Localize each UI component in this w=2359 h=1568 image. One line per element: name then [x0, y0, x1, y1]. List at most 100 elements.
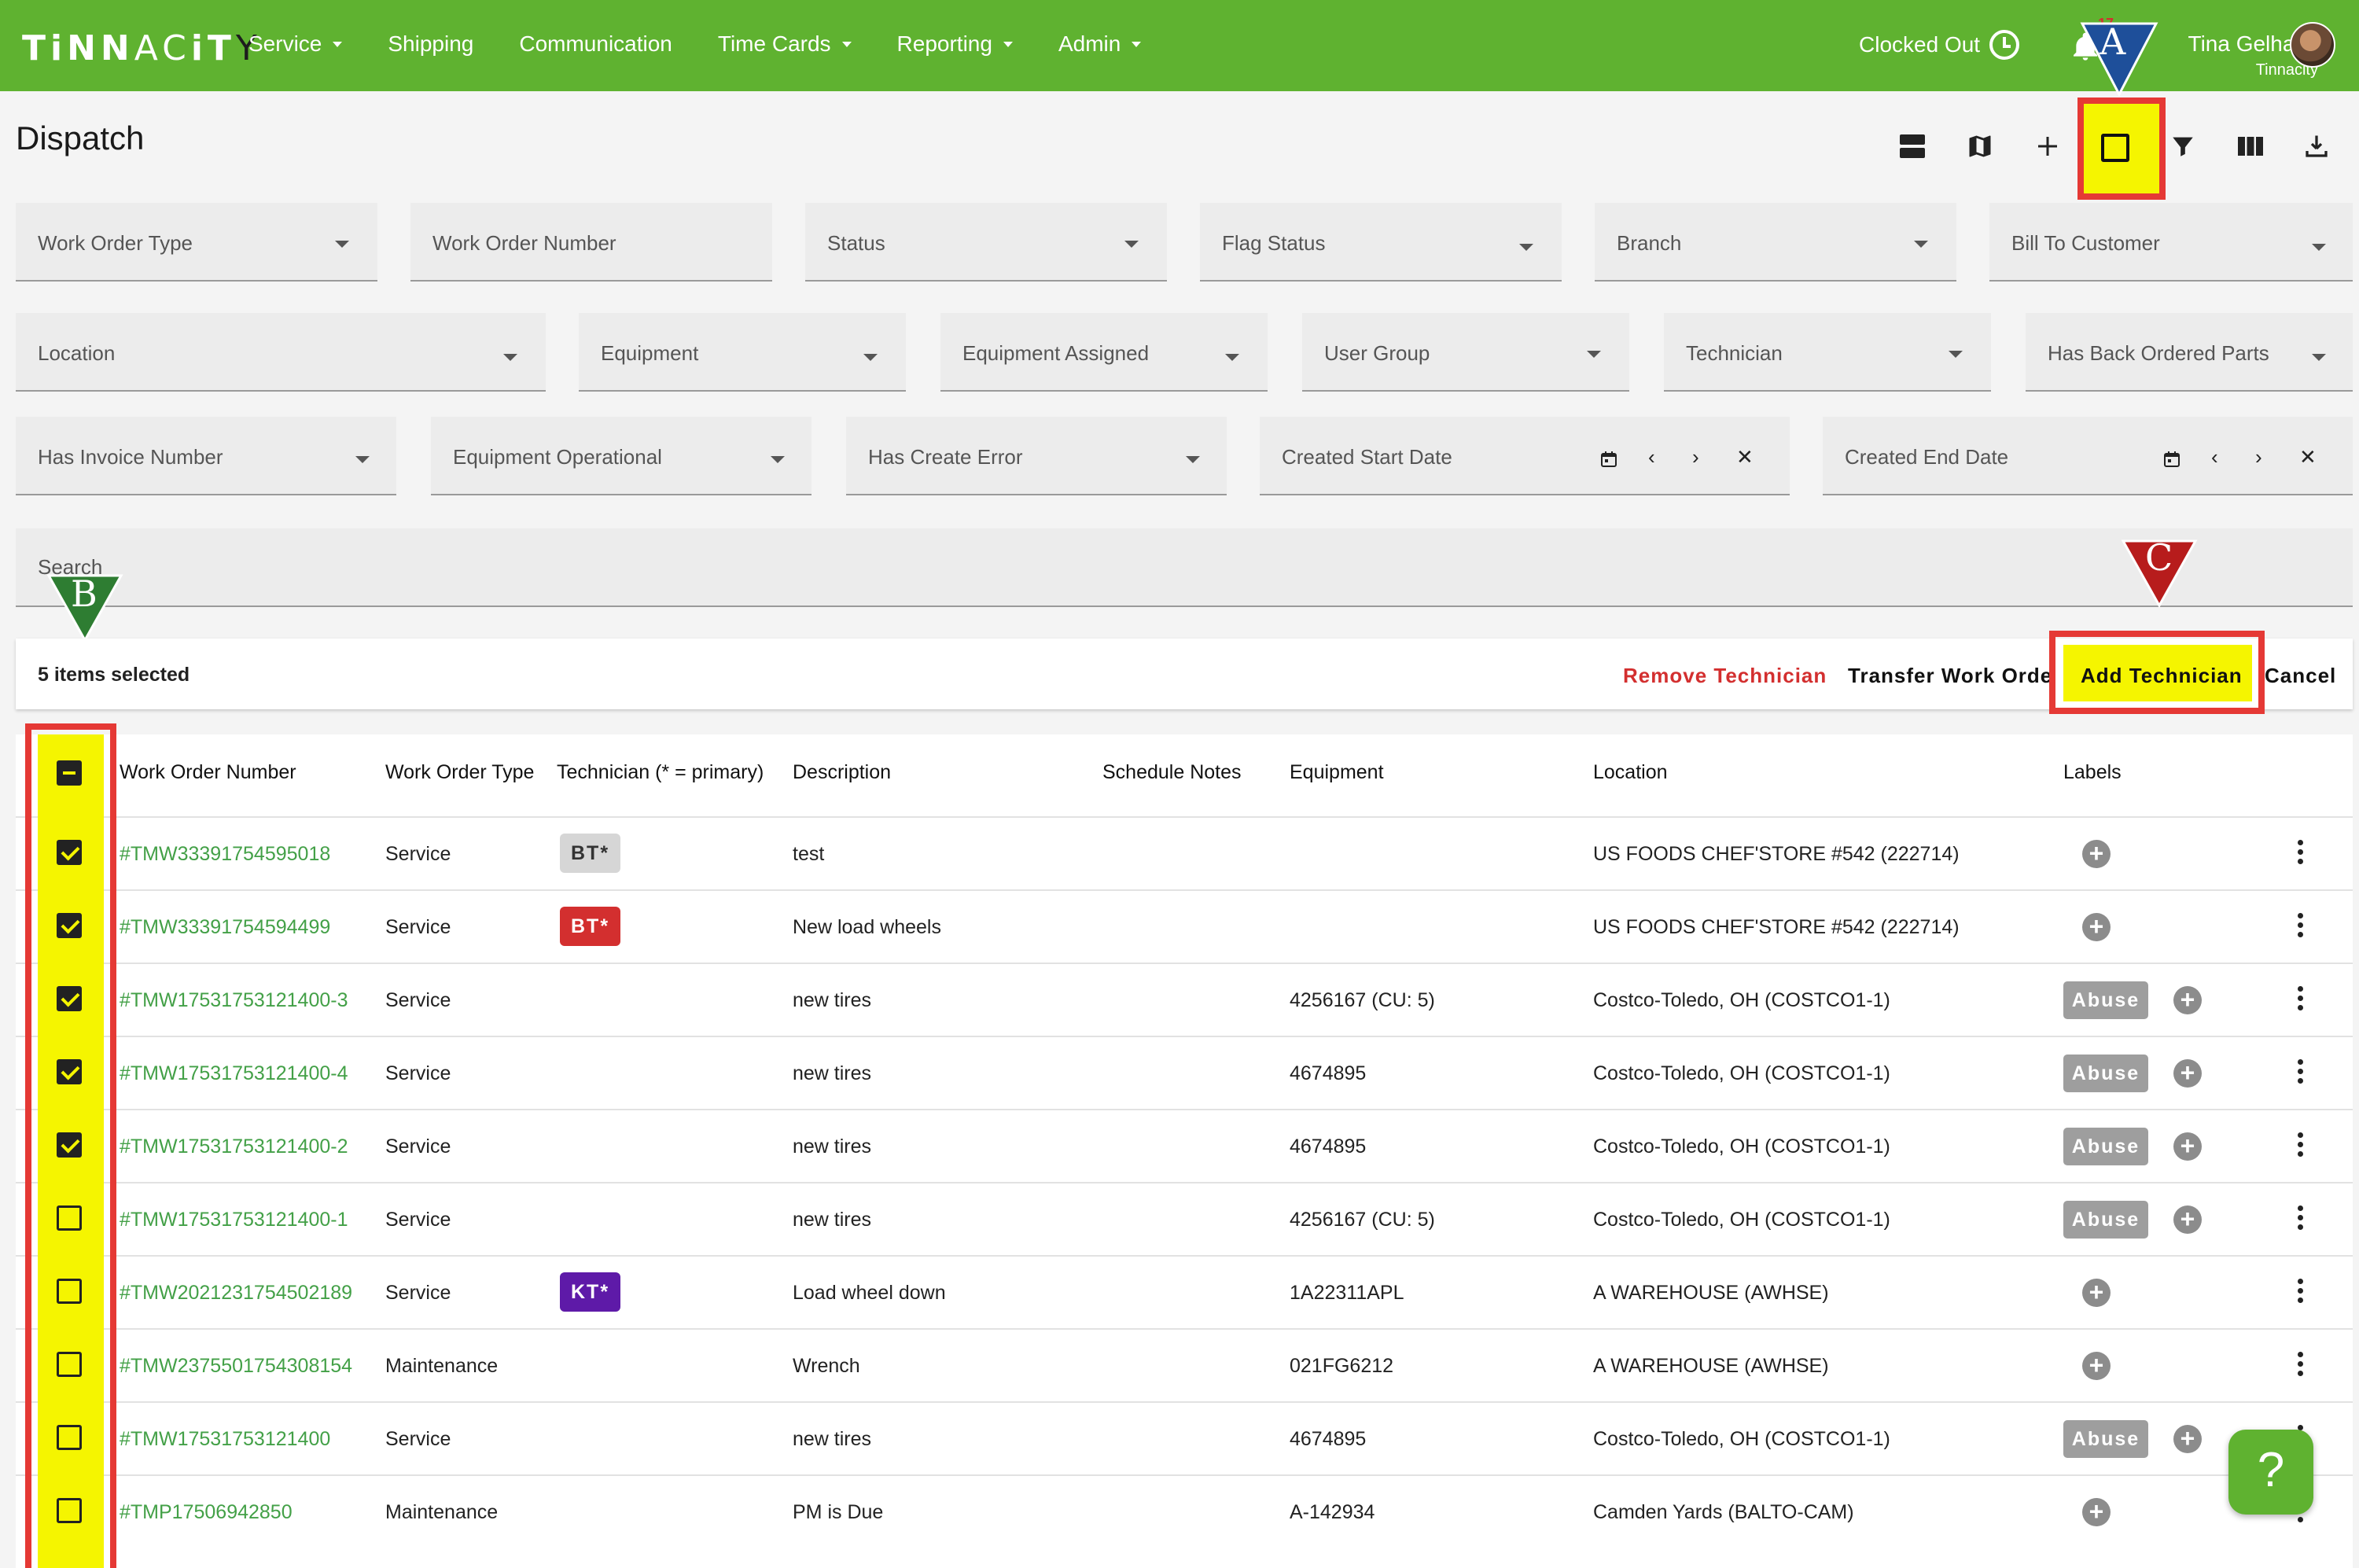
table-row[interactable]: #TMW2021231754502189 Service KT* Load wheel… [16, 1255, 2353, 1328]
nav-reporting[interactable]: Reporting [897, 31, 1013, 57]
add-label-icon[interactable]: + [2173, 1205, 2202, 1234]
tinnacity-logo[interactable]: TiNNACiTY [22, 28, 262, 68]
column-header[interactable]: Location [1593, 761, 1668, 784]
has-back-ordered-parts-filter[interactable]: Has Back Ordered Parts [2026, 313, 2353, 392]
label-chip[interactable]: Abuse [2063, 1128, 2148, 1165]
row-checkbox[interactable] [57, 986, 82, 1011]
select-mode-icon[interactable] [2101, 134, 2129, 162]
row-checkbox[interactable] [57, 1352, 82, 1377]
row-checkbox[interactable] [57, 1205, 82, 1231]
column-header[interactable]: Description [793, 761, 891, 784]
add-label-icon[interactable]: + [2082, 840, 2111, 868]
technician-filter[interactable]: Technician [1664, 313, 1991, 392]
status-filter[interactable]: Status [805, 203, 1167, 282]
add-label-icon[interactable]: + [2082, 913, 2111, 941]
chevron-right-icon[interactable]: › [1692, 445, 1699, 469]
map-icon[interactable] [1963, 129, 1997, 164]
bill-to-customer-filter[interactable]: Bill To Customer [1989, 203, 2353, 282]
search-input[interactable]: Search [16, 528, 2353, 607]
column-header[interactable]: Equipment [1290, 761, 1384, 784]
filter-icon[interactable] [2166, 129, 2200, 164]
calendar-icon[interactable] [1599, 450, 1618, 469]
close-icon[interactable]: ✕ [1736, 445, 1754, 469]
work-order-number-link[interactable]: #TMW2021231754502189 [120, 1282, 352, 1305]
work-order-number-link[interactable]: #TMP17506942850 [120, 1501, 293, 1524]
row-checkbox[interactable] [57, 1059, 82, 1084]
view-toggle-icon[interactable] [1895, 129, 1930, 164]
equipment-assigned-filter[interactable]: Equipment Assigned [940, 313, 1268, 392]
work-order-number-link[interactable]: #TMW17531753121400 [120, 1428, 330, 1451]
chevron-right-icon[interactable]: › [2255, 445, 2262, 469]
add-label-icon[interactable]: + [2082, 1352, 2111, 1380]
row-menu-icon[interactable] [2296, 840, 2304, 868]
work-order-number-link[interactable]: #TMW17531753121400-3 [120, 989, 348, 1012]
created-start-date-field[interactable]: Created Start Date ‹ › ✕ [1260, 417, 1790, 495]
user-group-filter[interactable]: User Group [1302, 313, 1629, 392]
work-order-number-link[interactable]: #TMW17531753121400-2 [120, 1136, 348, 1158]
download-icon[interactable] [2299, 129, 2334, 164]
row-checkbox[interactable] [57, 840, 82, 865]
help-button[interactable]: ? [2228, 1430, 2313, 1515]
work-order-type-filter[interactable]: Work Order Type [16, 203, 377, 282]
row-menu-icon[interactable] [2296, 1059, 2304, 1088]
remove-technician-button[interactable]: Remove Technician [1623, 664, 1827, 688]
columns-icon[interactable] [2233, 129, 2268, 164]
row-menu-icon[interactable] [2296, 1205, 2304, 1234]
technician-chip[interactable]: BT* [560, 834, 621, 873]
clock-status-button[interactable]: Clocked Out [1859, 30, 2020, 60]
row-menu-icon[interactable] [2296, 1279, 2304, 1307]
add-label-icon[interactable]: + [2173, 986, 2202, 1014]
column-header[interactable]: Work Order Type [385, 761, 534, 784]
equipment-operational-filter[interactable]: Equipment Operational [431, 417, 811, 495]
chevron-left-icon[interactable]: ‹ [1648, 445, 1655, 469]
created-end-date-field[interactable]: Created End Date ‹ › ✕ [1823, 417, 2353, 495]
work-order-number-field[interactable]: Work Order Number [410, 203, 772, 282]
column-header[interactable]: Work Order Number [120, 761, 296, 784]
has-invoice-number-filter[interactable]: Has Invoice Number [16, 417, 396, 495]
work-order-number-link[interactable]: #TMW33391754594499 [120, 916, 330, 939]
technician-chip[interactable]: KT* [560, 1272, 621, 1312]
work-order-number-link[interactable]: #TMW33391754595018 [120, 843, 330, 866]
table-row[interactable]: #TMW17531753121400-1 Service new tires 4256… [16, 1182, 2353, 1255]
equipment-filter[interactable]: Equipment [579, 313, 906, 392]
technician-chip[interactable]: BT* [560, 907, 621, 946]
nav-communication[interactable]: Communication [519, 31, 672, 57]
nav-admin[interactable]: Admin [1058, 31, 1142, 57]
row-menu-icon[interactable] [2296, 1132, 2304, 1161]
label-chip[interactable]: Abuse [2063, 981, 2148, 1019]
column-header[interactable]: Schedule Notes [1102, 761, 1242, 784]
add-label-icon[interactable]: + [2082, 1498, 2111, 1526]
table-row[interactable]: #TMW17531753121400 Service new tires 467489… [16, 1401, 2353, 1474]
avatar[interactable] [2290, 22, 2335, 68]
label-chip[interactable]: Abuse [2063, 1420, 2148, 1458]
work-order-number-link[interactable]: #TMW2375501754308154 [120, 1355, 352, 1378]
table-row[interactable]: #TMW33391754595018 Service BT* test US FOODS… [16, 816, 2353, 889]
select-all-checkbox[interactable] [57, 760, 82, 786]
nav-time-cards[interactable]: Time Cards [718, 31, 852, 57]
table-row[interactable]: #TMW17531753121400-4 Service new tires 4674… [16, 1036, 2353, 1109]
column-header[interactable]: Technician (* = primary) [557, 761, 764, 784]
row-checkbox[interactable] [57, 1498, 82, 1523]
add-icon[interactable] [2030, 129, 2065, 164]
row-menu-icon[interactable] [2296, 913, 2304, 941]
cancel-button[interactable]: Cancel [2265, 664, 2336, 688]
has-create-error-filter[interactable]: Has Create Error [846, 417, 1227, 495]
row-checkbox[interactable] [57, 1425, 82, 1450]
label-chip[interactable]: Abuse [2063, 1055, 2148, 1092]
nav-shipping[interactable]: Shipping [388, 31, 473, 57]
add-label-icon[interactable]: + [2173, 1059, 2202, 1088]
row-checkbox[interactable] [57, 1279, 82, 1304]
work-order-number-link[interactable]: #TMW17531753121400-4 [120, 1062, 348, 1085]
nav-service[interactable]: Service [248, 31, 343, 57]
flag-status-filter[interactable]: Flag Status [1200, 203, 1562, 282]
chevron-left-icon[interactable]: ‹ [2211, 445, 2218, 469]
add-label-icon[interactable]: + [2173, 1425, 2202, 1453]
row-menu-icon[interactable] [2296, 1352, 2304, 1380]
table-row[interactable]: #TMW17531753121400-3 Service new tires 4256… [16, 963, 2353, 1036]
table-row[interactable]: #TMW17531753121400-2 Service new tires 4674… [16, 1109, 2353, 1182]
table-row[interactable]: #TMP17506942850 Maintenance PM is Due A-142… [16, 1474, 2353, 1548]
close-icon[interactable]: ✕ [2299, 445, 2317, 469]
add-label-icon[interactable]: + [2173, 1132, 2202, 1161]
label-chip[interactable]: Abuse [2063, 1201, 2148, 1239]
column-header[interactable]: Labels [2063, 761, 2122, 784]
